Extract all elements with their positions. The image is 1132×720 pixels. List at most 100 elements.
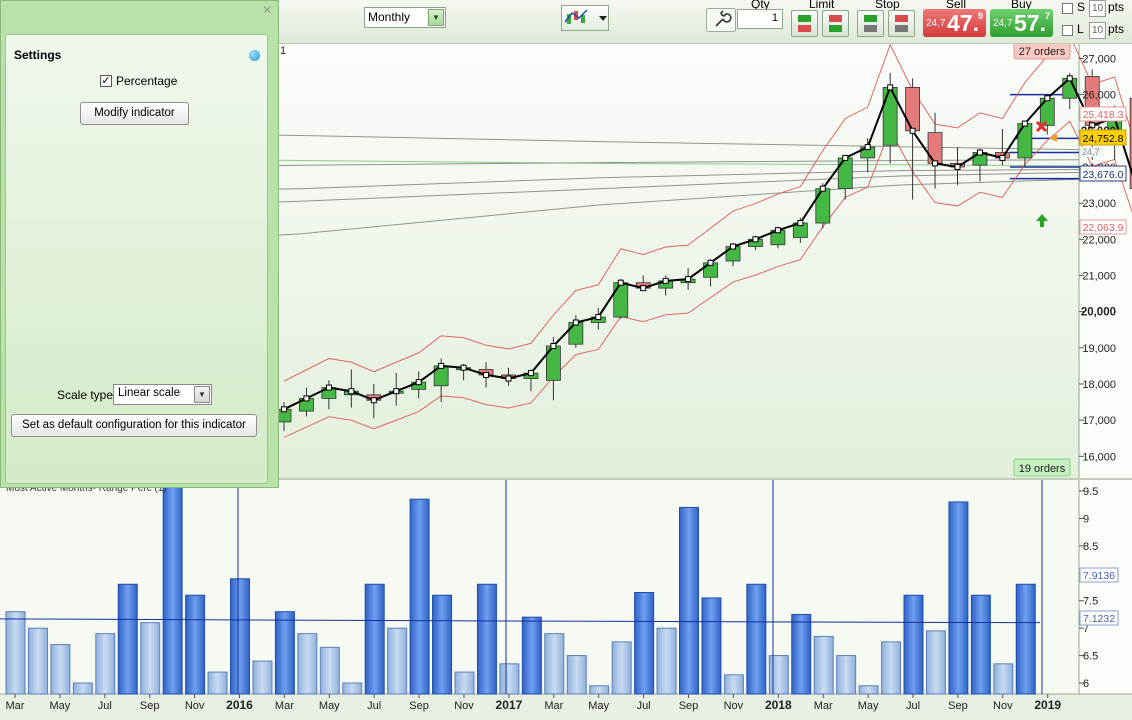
- chevron-down-icon[interactable]: ▼: [428, 9, 444, 26]
- orders-badge-top-text: 27 orders: [1019, 46, 1066, 58]
- stop-buy-icon: [864, 15, 877, 32]
- modify-indicator-button[interactable]: Modify indicator: [80, 102, 189, 125]
- timeframe-value: Monthly: [368, 10, 411, 24]
- close-point: [505, 375, 512, 382]
- candle: [927, 132, 943, 164]
- limit-buy-button[interactable]: [791, 10, 818, 37]
- stop-buy-button[interactable]: [857, 10, 884, 37]
- price-tick-label: 16,000: [1082, 451, 1116, 463]
- indicator-bar: [566, 655, 587, 695]
- percentage-checkbox[interactable]: ✓: [100, 75, 112, 87]
- close-point: [842, 154, 849, 161]
- time-tick-label: Mar: [275, 700, 294, 712]
- close-point: [954, 163, 961, 170]
- svg-text:7.9136: 7.9136: [1083, 570, 1115, 582]
- close-point: [819, 185, 826, 192]
- limit-sell-button[interactable]: [822, 10, 849, 37]
- indicator-bar: [499, 663, 520, 695]
- svg-text:7.1232: 7.1232: [1083, 613, 1115, 625]
- close-point: [707, 259, 714, 266]
- svg-text:25,418.3: 25,418.3: [1083, 109, 1124, 121]
- short-pts-input[interactable]: 10: [1089, 0, 1106, 17]
- indicator-bar: [297, 633, 318, 695]
- indicator-label-mean: 7.1232: [1079, 610, 1119, 626]
- time-tick-label: 2016: [226, 698, 253, 712]
- set-default-config-button[interactable]: Set as default configuration for this in…: [11, 414, 257, 437]
- close-point: [797, 220, 804, 227]
- short-checkbox[interactable]: [1062, 3, 1073, 14]
- settings-panel: × Settings ✓ Percentage Modify indicator…: [0, 0, 279, 488]
- sell-price-button[interactable]: 24,7 47. 9: [923, 9, 986, 37]
- stop-sell-button[interactable]: [888, 10, 915, 37]
- price-tick-label: 21,000: [1082, 270, 1116, 282]
- time-tick-label: Jul: [367, 700, 381, 712]
- indicator-bar: [27, 627, 48, 695]
- sell-price-prefix: 24,7: [926, 18, 946, 29]
- close-point: [438, 362, 445, 369]
- chevron-down-icon[interactable]: ▼: [194, 386, 210, 403]
- close-point: [864, 144, 871, 151]
- time-tick-label: May: [50, 700, 71, 712]
- indicator-bar: [768, 655, 789, 695]
- indicator-bar: [432, 594, 453, 695]
- sell-price-fraction: 9: [977, 11, 983, 21]
- short-pts-label: pts: [1108, 0, 1125, 14]
- close-point: [370, 397, 377, 404]
- time-tick-label: Sep: [679, 700, 699, 712]
- orders-badge-bottom[interactable]: 19 orders: [1013, 458, 1071, 477]
- orders-badge-top[interactable]: 27 orders: [1013, 44, 1071, 60]
- indicator-bar: [679, 506, 699, 695]
- close-point: [774, 227, 781, 234]
- indicator-bar: [948, 501, 969, 695]
- scale-type-label: Scale type: [57, 388, 114, 402]
- long-pts-input[interactable]: 10: [1089, 22, 1106, 39]
- indicator-bar: [925, 630, 946, 695]
- candle: [837, 157, 853, 190]
- timeframe-select[interactable]: Monthly ▼: [364, 7, 446, 28]
- indicator-bar: [95, 633, 116, 695]
- qty-input[interactable]: 1: [737, 9, 783, 29]
- buy-price-button[interactable]: 24,7 57. 7: [990, 9, 1053, 37]
- indicator-tick-label: 7.5: [1083, 596, 1098, 608]
- time-tick-label: Mar: [6, 700, 25, 712]
- indicator-bar: [364, 583, 385, 695]
- indicator-tick-label: 9.5: [1083, 486, 1098, 498]
- close-point: [303, 395, 310, 402]
- close-point: [460, 364, 467, 371]
- short-label: S: [1077, 0, 1086, 14]
- price-tick-label: 19,000: [1082, 343, 1116, 355]
- time-tick-label: Jul: [637, 700, 651, 712]
- settings-title: Settings: [14, 48, 62, 62]
- close-point: [572, 319, 579, 326]
- time-tick-label: Jul: [98, 700, 112, 712]
- time-tick-label: Mar: [544, 700, 563, 712]
- time-tick-label: May: [858, 700, 879, 712]
- indicator-bar: [858, 685, 879, 695]
- long-checkbox[interactable]: [1062, 25, 1073, 36]
- indicator-bar: [589, 685, 610, 695]
- help-icon[interactable]: [249, 50, 260, 61]
- indicator-bar: [813, 635, 834, 695]
- indicator-bar: [387, 627, 408, 695]
- scale-type-select[interactable]: Linear scale ▼: [113, 384, 212, 405]
- time-tick-label: Nov: [454, 700, 474, 712]
- indicator-bar: [230, 578, 250, 695]
- indicator-bar: [5, 611, 26, 695]
- price-tick-label: 22,000: [1082, 234, 1116, 246]
- chart-type-button[interactable]: [561, 5, 609, 31]
- indicator-bar: [881, 641, 902, 695]
- close-point: [662, 277, 669, 284]
- wrench-button[interactable]: [706, 8, 736, 32]
- indicator-bar: [274, 611, 295, 695]
- candle: [905, 87, 920, 132]
- close-point: [617, 279, 624, 286]
- close-icon[interactable]: ×: [263, 2, 272, 20]
- close-point: [730, 243, 736, 250]
- indicator-tick-label: 6.5: [1083, 651, 1098, 663]
- indicator-bar: [140, 622, 161, 695]
- indicator-bar: [454, 671, 475, 695]
- time-tick-label: Sep: [140, 700, 160, 712]
- settings-content: Settings ✓ Percentage Modify indicator S…: [5, 34, 268, 484]
- indicator-bar: [791, 613, 812, 695]
- time-tick-label: May: [319, 700, 340, 712]
